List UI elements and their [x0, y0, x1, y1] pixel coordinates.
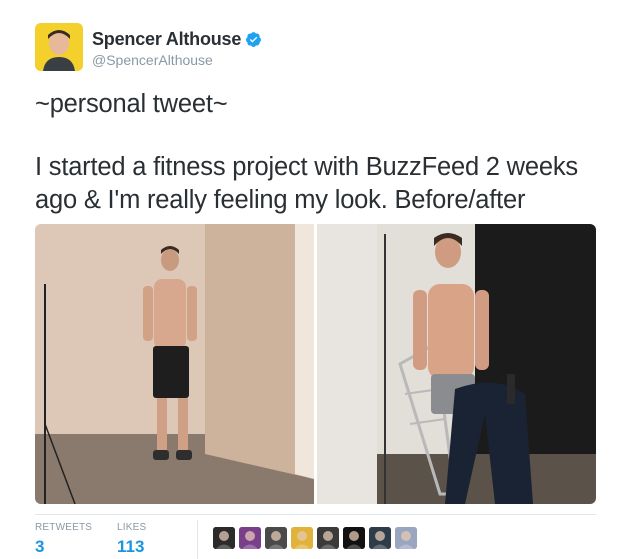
liker-avatar[interactable]	[369, 527, 391, 549]
likes-count: 113	[117, 537, 145, 556]
display-name[interactable]: Spencer Althouse	[92, 29, 241, 50]
avatar-icon	[239, 527, 261, 549]
avatar-icon	[317, 527, 339, 549]
retweets-stat[interactable]: RETWEETS 3	[35, 522, 92, 557]
stat-separator	[197, 520, 198, 559]
liker-avatar[interactable]	[265, 527, 287, 549]
tweet-text: ~personal tweet~ I started a fitness pro…	[35, 88, 610, 217]
liker-avatar[interactable]	[239, 527, 261, 549]
liker-avatar[interactable]	[291, 527, 313, 549]
retweets-count: 3	[35, 537, 45, 556]
liker-avatar[interactable]	[395, 527, 417, 549]
tweet-header: Spencer Althouse @SpencerAlthouse	[35, 23, 595, 73]
avatar-icon	[369, 527, 391, 549]
liker-avatar[interactable]	[317, 527, 339, 549]
avatar-icon	[265, 527, 287, 549]
avatar-icon	[395, 527, 417, 549]
liker-avatars	[213, 527, 421, 549]
likes-stat[interactable]: LIKES 113	[117, 522, 146, 557]
avatar-icon	[291, 527, 313, 549]
liker-avatar[interactable]	[343, 527, 365, 549]
user-handle[interactable]: @SpencerAlthouse	[92, 52, 262, 68]
tweet-text-body: I started a fitness project with BuzzFee…	[35, 153, 578, 214]
tweet-text-line1: ~personal tweet~	[35, 90, 228, 118]
divider	[35, 514, 596, 515]
tweet-stats: RETWEETS 3 LIKES 113	[35, 520, 596, 559]
avatar-icon	[343, 527, 365, 549]
retweets-label: RETWEETS	[35, 522, 93, 533]
liker-avatar[interactable]	[213, 527, 235, 549]
likes-label: LIKES	[117, 522, 147, 533]
photo-icon	[35, 224, 596, 504]
avatar[interactable]	[35, 23, 83, 71]
avatar-icon	[213, 527, 235, 549]
tweet-photo[interactable]	[35, 224, 596, 504]
verified-badge-icon	[245, 31, 262, 48]
